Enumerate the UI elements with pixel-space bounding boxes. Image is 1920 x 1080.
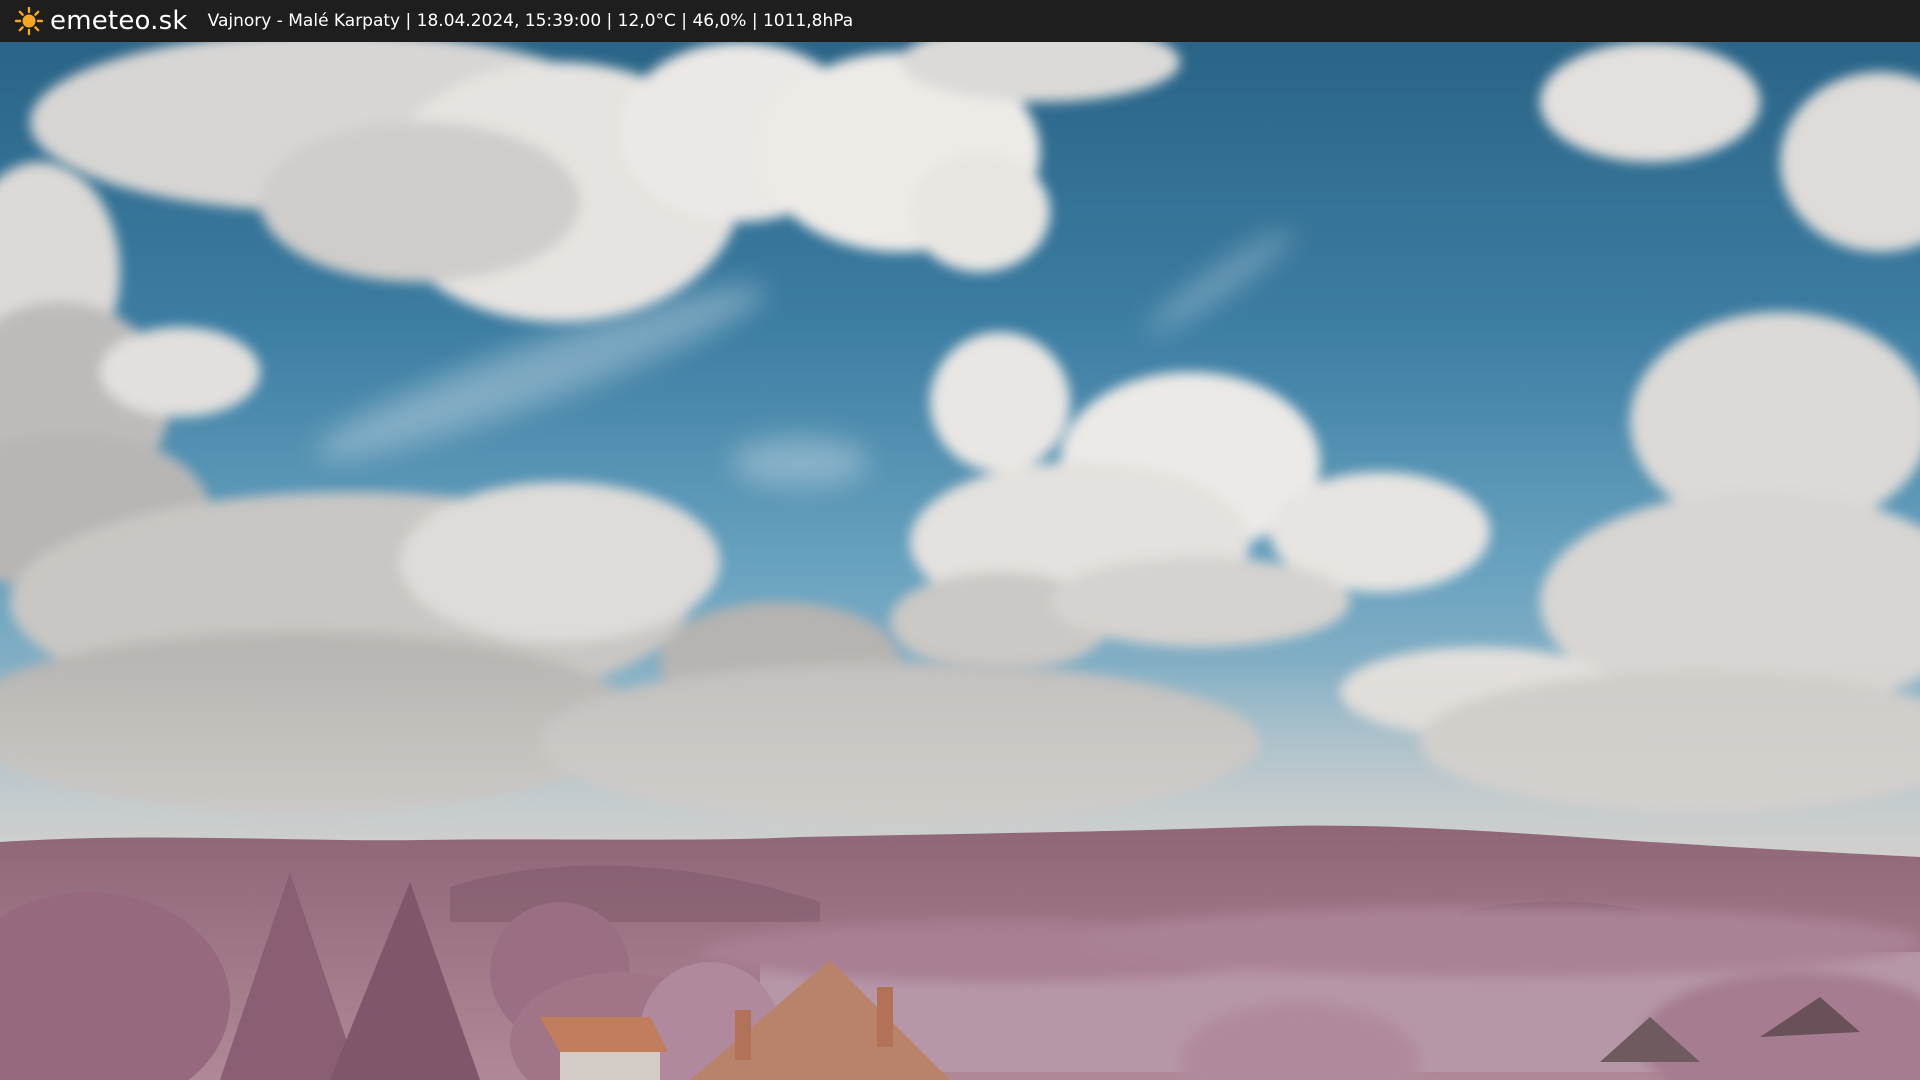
header-bar: emeteo.sk Vajnory - Malé Karpaty | 18.04… — [0, 0, 1920, 42]
brand-logo-text[interactable]: emeteo.sk — [50, 6, 188, 36]
webcam-frame: emeteo.sk Vajnory - Malé Karpaty | 18.04… — [0, 0, 1920, 1080]
sun-icon — [14, 6, 44, 36]
station-info-caption: Vajnory - Malé Karpaty | 18.04.2024, 15:… — [207, 11, 854, 31]
webcam-image — [0, 42, 1920, 1080]
